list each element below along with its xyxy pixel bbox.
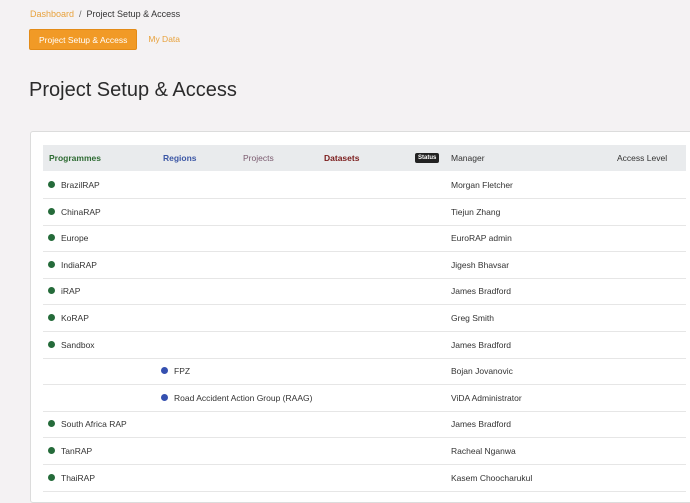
manager-name: James Bradford [451,419,511,430]
programme-dot-icon [48,340,55,348]
region-name[interactable]: Road Accident Action Group (RAAG) [174,385,312,411]
breadcrumb: Dashboard / Project Setup & Access [30,8,180,20]
table-row[interactable]: Sandbox James Bradford [43,332,686,359]
tab-project-setup-access[interactable]: Project Setup & Access [29,29,138,50]
programme-name[interactable]: ThaiRAP [61,465,95,491]
programme-name[interactable]: KoRAP [61,305,89,331]
column-header-regions[interactable]: Regions [163,145,197,171]
manager-name: James Bradford [451,339,511,350]
tab-my-data[interactable]: My Data [139,29,189,50]
manager-name: EuroRAP admin [451,233,512,244]
programme-name[interactable]: Europe [61,225,88,251]
column-header-datasets[interactable]: Datasets [324,145,359,171]
manager-name: Tiejun Zhang [451,206,501,217]
table-row[interactable]: South Africa RAP James Bradford [43,411,686,439]
programme-dot-icon [48,260,55,268]
region-name[interactable]: FPZ [174,358,190,384]
region-dot-icon [161,393,168,401]
programme-dot-icon [48,473,55,481]
manager-name: Jigesh Bhavsar [451,259,510,270]
table-row[interactable]: Europe EuroRAP admin [43,225,686,253]
column-header-manager: Manager [451,153,485,163]
breadcrumb-dashboard-link[interactable]: Dashboard [30,9,74,19]
manager-name: James Bradford [451,286,511,297]
programme-name[interactable]: TanRAP [61,438,92,464]
programme-name[interactable]: South Africa RAP [61,411,127,437]
manager-name: ViDA Administrator [451,392,522,403]
table-row[interactable]: ChinaRAP Tiejun Zhang [43,199,686,226]
projects-table-card: Programmes Regions Projects Datasets Sta… [30,131,690,503]
column-header-access-level: Access Level [617,153,668,163]
table-header: Programmes Regions Projects Datasets Sta… [43,145,686,171]
manager-name: Morgan Fletcher [451,180,513,190]
manager-name: Bojan Jovanovic [451,366,513,377]
table-row[interactable]: BrazilRAP Morgan Fletcher [43,172,686,199]
region-dot-icon [161,367,168,375]
programme-dot-icon [48,314,55,321]
column-header-projects[interactable]: Projects [243,145,274,171]
programme-dot-icon [48,181,55,188]
programme-name[interactable]: BrazilRAP [61,172,100,198]
table-row[interactable]: FPZ Bojan Jovanovic [43,358,686,386]
status-badge: Status [415,153,440,163]
table-row[interactable]: KoRAP Greg Smith [43,305,686,332]
programme-dot-icon [48,234,55,242]
programme-dot-icon [48,207,55,215]
manager-name: Kasem Choocharukul [451,472,533,483]
table-row[interactable]: IndiaRAP Jigesh Bhavsar [43,252,686,279]
programme-name[interactable]: IndiaRAP [61,252,97,278]
programme-name[interactable]: Sandbox [61,332,95,358]
programme-name[interactable]: iRAP [61,278,80,304]
breadcrumb-current: Project Setup & Access [86,9,181,19]
table-row[interactable]: TanRAP Racheal Nganwa [43,438,686,465]
programme-dot-icon [48,420,55,428]
programme-dot-icon [48,287,55,295]
breadcrumb-separator: / [79,9,82,19]
manager-name: Racheal Nganwa [451,446,516,456]
page-title: Project Setup & Access [29,79,237,101]
programme-name[interactable]: ChinaRAP [61,199,101,225]
page-tabs: Project Setup & Access My Data [29,29,189,50]
table-row[interactable]: Road Accident Action Group (RAAG) ViDA Ad… [43,385,686,412]
manager-name: Greg Smith [451,313,494,323]
table-row[interactable]: iRAP James Bradford [43,278,686,306]
column-header-programmes[interactable]: Programmes [49,145,101,171]
programme-dot-icon [48,447,55,454]
